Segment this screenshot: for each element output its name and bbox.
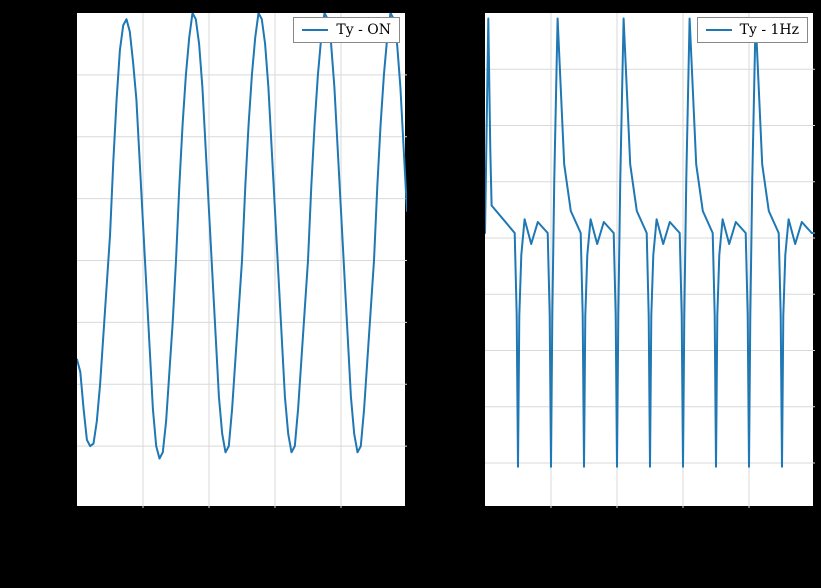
legend-swatch-left (302, 29, 328, 31)
ylabel-right: Момент, Н·м (438, 208, 456, 310)
plot-area-left (76, 12, 406, 507)
ytick-l-0: 0 (56, 252, 65, 268)
ytick-l--15: -15 (38, 438, 61, 454)
xtick-r-5: 5 (810, 512, 819, 528)
xtick-l-3: 3 (270, 512, 279, 528)
ylabel-left: Момент, Н·м (30, 208, 48, 310)
ytick-r--60: -60 (452, 387, 475, 403)
series-left (77, 13, 407, 459)
xtick-r-4: 4 (744, 512, 753, 528)
xtick-r-3: 3 (678, 512, 687, 528)
ytick-r--100: -100 (444, 500, 475, 516)
plot-svg-left (77, 13, 407, 508)
ytick-l-20: 20 (48, 5, 66, 21)
xlabel-right: Время, с (608, 534, 677, 552)
series-right (485, 19, 815, 467)
xtick-r-1: 1 (546, 512, 555, 528)
ytick-l--10: -10 (38, 376, 61, 392)
ytick-l-5: 5 (56, 190, 65, 206)
legend-label-left: Ty - ON (336, 22, 391, 38)
xtick-r-0: 0 (480, 512, 489, 528)
plot-area-right (484, 12, 814, 507)
xtick-l-4: 4 (336, 512, 345, 528)
ytick-l--5: -5 (48, 314, 62, 330)
xlabel-left: Время, с (200, 534, 269, 552)
legend-right: Ty - 1Hz (697, 17, 808, 43)
ytick-r-60: 60 (460, 50, 478, 66)
legend-left: Ty - ON (293, 17, 400, 43)
ytick-r-40: 40 (460, 106, 478, 122)
legend-swatch-right (706, 29, 732, 31)
figure: Ty - ON -20 -15 -10 -5 0 5 10 15 20 0 1 … (0, 0, 821, 588)
ytick-l-10: 10 (48, 129, 66, 145)
xtick-l-1: 1 (138, 512, 147, 528)
xtick-l-2: 2 (204, 512, 213, 528)
ytick-r-20: 20 (460, 162, 478, 178)
ytick-r-0: 0 (468, 218, 477, 234)
xtick-l-5: 5 (402, 512, 411, 528)
ytick-r--80: -80 (452, 443, 475, 459)
xtick-l-0: 0 (72, 512, 81, 528)
plot-svg-right (485, 13, 815, 508)
panel-right: Ty - 1Hz (484, 12, 814, 507)
ytick-r--40: -40 (452, 331, 475, 347)
legend-label-right: Ty - 1Hz (740, 22, 799, 38)
ytick-l-15: 15 (48, 67, 66, 83)
panel-left: Ty - ON (76, 12, 406, 507)
xtick-r-2: 2 (612, 512, 621, 528)
ytick-l--20: -20 (38, 500, 61, 516)
